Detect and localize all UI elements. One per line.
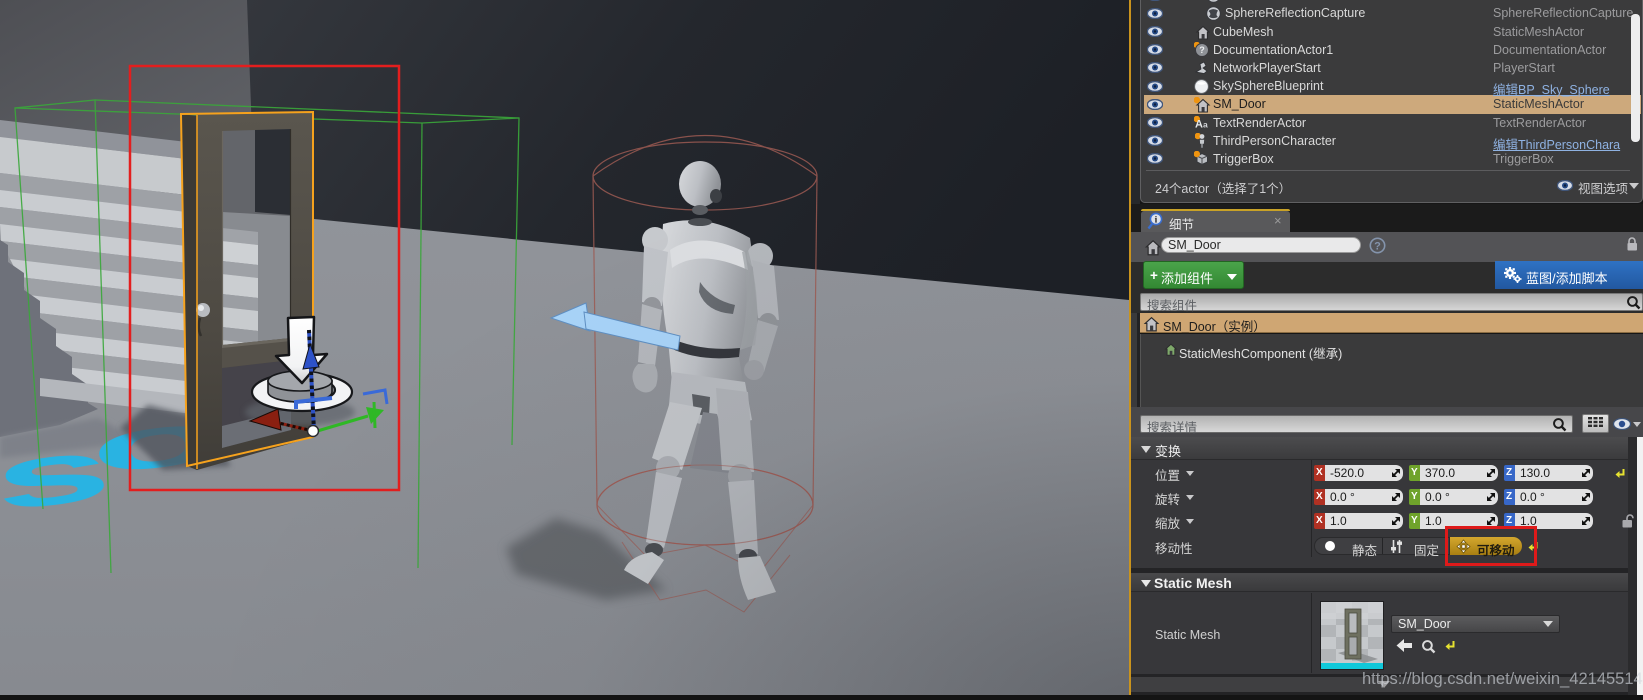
- svg-text:?: ?: [1199, 45, 1205, 55]
- svg-text:i: i: [1155, 216, 1158, 226]
- svg-text:a: a: [1203, 120, 1208, 130]
- svg-text:A: A: [1195, 119, 1203, 131]
- svg-text:?: ?: [1374, 241, 1381, 253]
